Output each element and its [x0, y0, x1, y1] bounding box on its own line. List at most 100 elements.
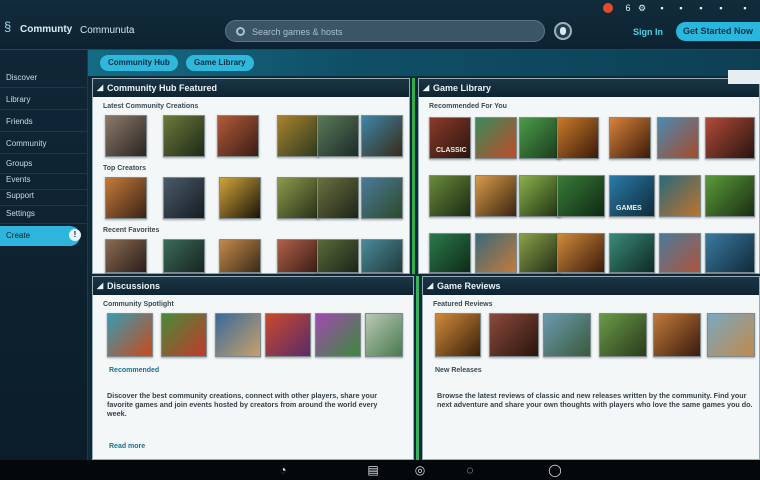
- folder-icon[interactable]: ▤: [366, 463, 380, 477]
- game-tile[interactable]: [277, 115, 319, 157]
- game-tile[interactable]: [705, 117, 755, 159]
- game-tile[interactable]: [105, 239, 147, 273]
- game-tile[interactable]: [519, 117, 561, 159]
- windows-icon[interactable]: ◔: [276, 463, 290, 477]
- game-tile[interactable]: [557, 117, 599, 159]
- read-more-link[interactable]: Read more: [109, 443, 145, 450]
- section-subtitle: Top Creators: [103, 165, 147, 172]
- game-tile[interactable]: [163, 177, 205, 219]
- game-tile[interactable]: [609, 233, 655, 273]
- game-tile[interactable]: CLASSIC: [429, 117, 471, 159]
- game-tile[interactable]: [429, 175, 471, 217]
- sidebar-item-discover[interactable]: Discover: [0, 68, 88, 88]
- sidebar-item-create[interactable]: Create: [0, 226, 80, 246]
- game-tile[interactable]: [361, 115, 403, 157]
- tab-community-hub[interactable]: Community Hub: [100, 55, 178, 71]
- panel-title: Game Reviews: [437, 281, 501, 291]
- game-tile[interactable]: [489, 313, 539, 357]
- bell-icon[interactable]: ▪: [657, 3, 667, 13]
- panel-header: ◢ Community Hub Featured: [93, 79, 409, 97]
- search-input[interactable]: [252, 24, 532, 39]
- game-tile[interactable]: [219, 239, 261, 273]
- game-tile[interactable]: [543, 313, 591, 357]
- game-tile[interactable]: [365, 313, 403, 357]
- notification-icon[interactable]: 6: [623, 3, 633, 13]
- game-tile[interactable]: [317, 115, 359, 157]
- game-tile[interactable]: [659, 175, 701, 217]
- sidebar-badge: !: [69, 229, 81, 241]
- sidebar-item-friends[interactable]: Friends: [0, 112, 88, 132]
- game-tile[interactable]: [163, 115, 205, 157]
- mic-button[interactable]: [554, 22, 572, 40]
- close-icon[interactable]: ▪: [740, 3, 750, 13]
- game-tile[interactable]: [557, 175, 605, 217]
- game-tile[interactable]: [105, 177, 147, 219]
- chrome-icon[interactable]: [603, 3, 613, 13]
- search-taskbar-icon[interactable]: ◌: [463, 463, 477, 477]
- game-tile[interactable]: [475, 175, 517, 217]
- settings-icon[interactable]: ⚙: [637, 3, 647, 13]
- scrollbar[interactable]: [416, 276, 419, 460]
- game-tile[interactable]: [705, 175, 755, 217]
- chevron-icon[interactable]: ◢: [423, 79, 429, 97]
- game-tile[interactable]: [609, 117, 651, 159]
- game-tile[interactable]: [277, 177, 319, 219]
- app-brand: Communty: [20, 24, 73, 35]
- game-tile[interactable]: [217, 115, 259, 157]
- panel-title: Game Library: [433, 83, 492, 93]
- game-tile[interactable]: [107, 313, 153, 357]
- game-tile[interactable]: [161, 313, 207, 357]
- panel-community-featured: ◢ Community Hub Featured Latest Communit…: [92, 78, 410, 274]
- section-caption: Recommended: [109, 367, 160, 374]
- window-icon[interactable]: ▪: [676, 3, 686, 13]
- game-tile[interactable]: [599, 313, 647, 357]
- search-bar[interactable]: [225, 20, 545, 42]
- chevron-icon[interactable]: ◢: [97, 79, 103, 97]
- game-tile[interactable]: [653, 313, 701, 357]
- sidebar-item-support[interactable]: Support: [0, 186, 88, 206]
- game-tile[interactable]: [557, 233, 605, 273]
- panel-discussions: ◢ Discussions Community Spotlight Recomm…: [92, 276, 414, 460]
- game-tile[interactable]: [163, 239, 205, 273]
- browser-icon[interactable]: ◎: [413, 463, 427, 477]
- game-tile[interactable]: [657, 117, 699, 159]
- sign-in-link[interactable]: Sign In: [633, 27, 663, 37]
- corner-ribbon[interactable]: [728, 70, 760, 84]
- game-tile[interactable]: [105, 115, 147, 157]
- game-tile[interactable]: [361, 239, 403, 273]
- sidebar-item-library[interactable]: Library: [0, 90, 88, 110]
- game-tile[interactable]: [277, 239, 319, 273]
- get-started-button[interactable]: Get Started Now: [676, 22, 760, 41]
- game-tile[interactable]: [265, 313, 311, 357]
- game-tile[interactable]: [317, 239, 359, 273]
- taskbar: ◔ ▤ ◎ ◌ ◯: [0, 460, 760, 480]
- panel-header: ◢ Game Library: [419, 79, 759, 97]
- game-tile[interactable]: [435, 313, 481, 357]
- game-tile[interactable]: [475, 233, 517, 273]
- game-tile[interactable]: [519, 233, 561, 273]
- chevron-icon[interactable]: ◢: [97, 277, 103, 295]
- game-tile[interactable]: [315, 313, 361, 357]
- tab-game-library[interactable]: Game Library: [186, 55, 254, 71]
- panel-divider: [412, 78, 415, 274]
- game-tile[interactable]: [475, 117, 517, 159]
- game-tile[interactable]: [429, 233, 471, 273]
- game-tile[interactable]: GAMES: [609, 175, 655, 217]
- maximize-icon[interactable]: ▪: [716, 3, 726, 13]
- game-tile[interactable]: [215, 313, 261, 357]
- sidebar-item-community[interactable]: Community: [0, 134, 88, 154]
- game-tile[interactable]: [219, 177, 261, 219]
- game-tile[interactable]: [519, 175, 561, 217]
- game-tile[interactable]: [705, 233, 755, 273]
- chat-icon[interactable]: ◯: [548, 463, 562, 477]
- sidebar-item-settings[interactable]: Settings: [0, 204, 88, 224]
- game-tile[interactable]: [707, 313, 755, 357]
- minimize-icon[interactable]: ▪: [696, 3, 706, 13]
- game-tile[interactable]: [361, 177, 403, 219]
- chevron-icon[interactable]: ◢: [427, 277, 433, 295]
- main-banner: Community Hub Game Library: [88, 50, 760, 76]
- game-tile[interactable]: [659, 233, 701, 273]
- logo-icon[interactable]: §: [4, 20, 18, 34]
- game-tile[interactable]: [317, 177, 359, 219]
- body-text: Browse the latest reviews of classic and…: [437, 391, 753, 410]
